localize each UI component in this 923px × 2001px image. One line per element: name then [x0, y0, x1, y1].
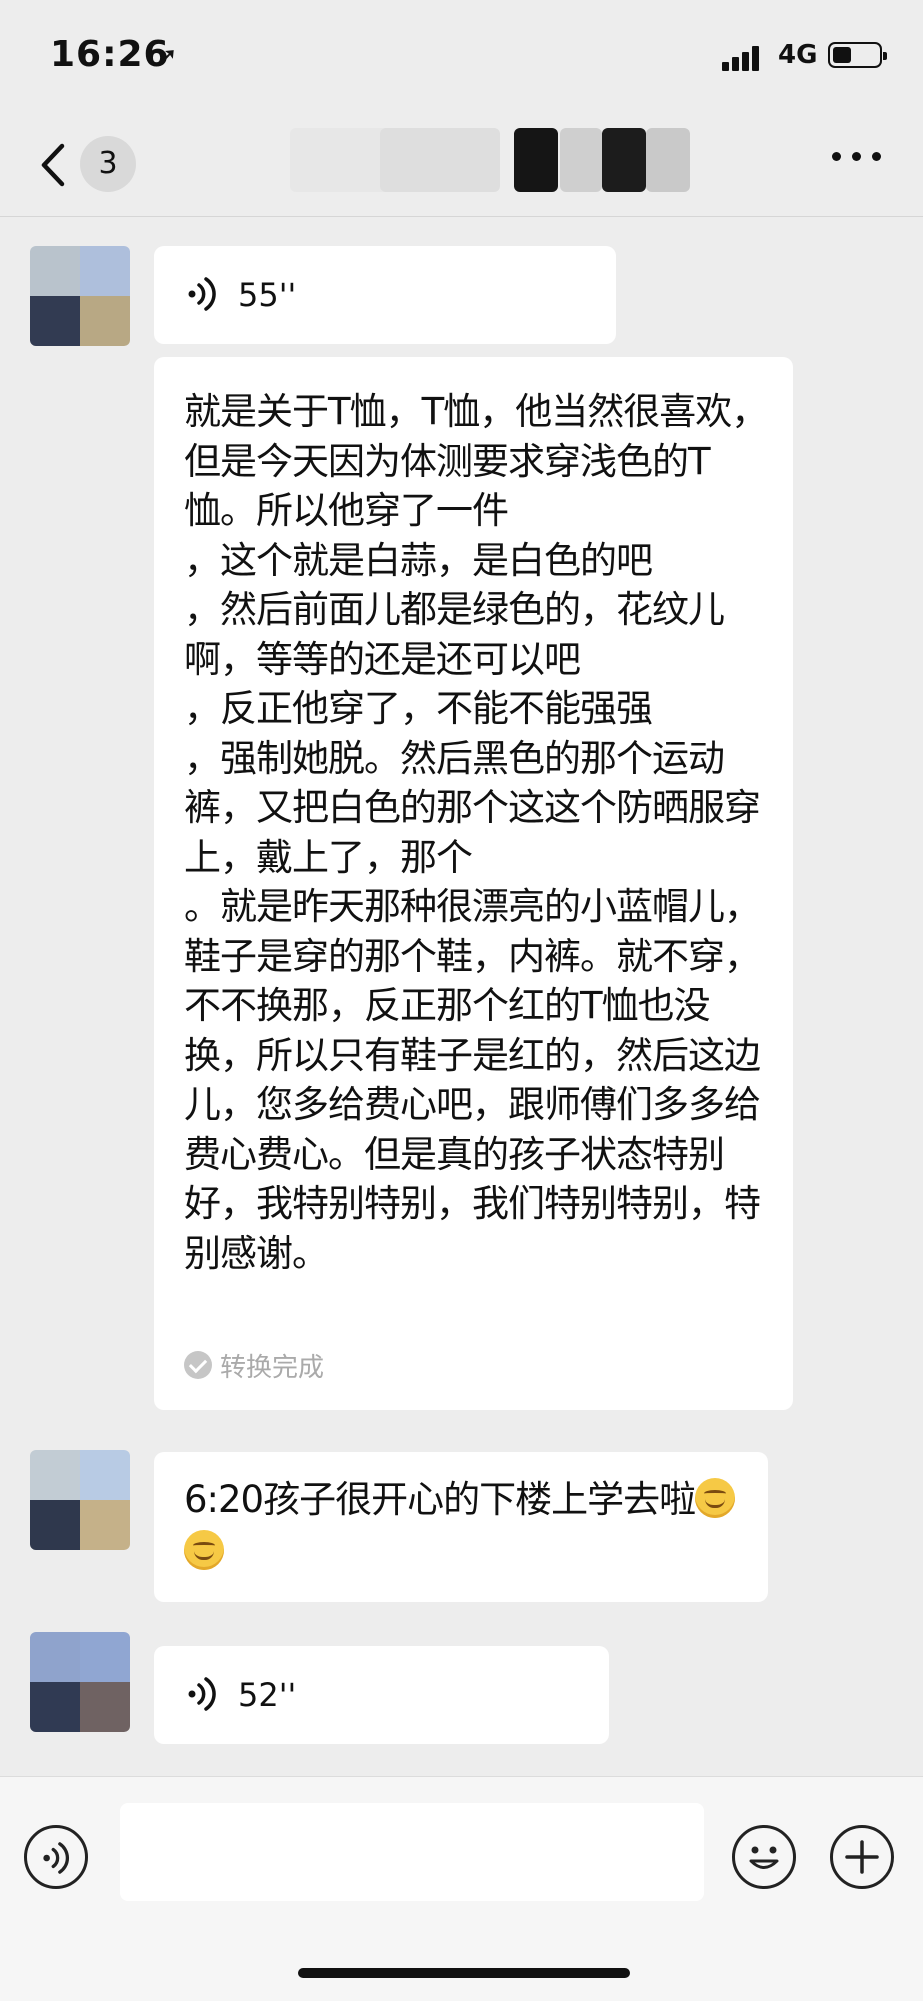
- voice-wave-icon: [188, 277, 216, 311]
- message-input[interactable]: [120, 1803, 704, 1901]
- location-arrow-icon: ➚: [156, 42, 178, 72]
- status-time: 16:26: [50, 34, 170, 75]
- transcript-text: 就是关于T恤，T恤，他当然很喜欢，但是今天因为体测要求穿浅色的T恤。所以他穿了一…: [184, 390, 768, 1275]
- more-actions-button[interactable]: [830, 1825, 894, 1889]
- transcript-status-label: 转换完成: [220, 1353, 325, 1383]
- voice-icon: [43, 1842, 70, 1874]
- home-indicator: [298, 1968, 630, 1978]
- battery-icon: [828, 42, 887, 68]
- avatar[interactable]: [30, 246, 130, 346]
- voice-duration: 52'': [238, 1676, 297, 1714]
- unread-count-badge[interactable]: 3: [80, 136, 136, 192]
- back-chevron-icon[interactable]: [36, 140, 76, 190]
- smile-icon: [749, 1846, 779, 1869]
- smile-emoji-icon: [184, 1530, 224, 1570]
- voice-wave-icon: [188, 1677, 216, 1711]
- signal-icon: [722, 45, 760, 71]
- more-icon[interactable]: [832, 148, 882, 162]
- avatar[interactable]: [30, 1450, 130, 1550]
- chat-nav-bar: 3: [0, 110, 923, 217]
- avatar[interactable]: [30, 1632, 130, 1732]
- voice-duration: 55'': [238, 276, 297, 314]
- voice-message-bubble[interactable]: 52'': [154, 1646, 609, 1744]
- voice-message-bubble[interactable]: 55'': [154, 246, 616, 344]
- check-icon: [184, 1351, 212, 1379]
- voice-input-button[interactable]: [24, 1825, 88, 1889]
- emoji-button[interactable]: [732, 1825, 796, 1889]
- voice-transcript-bubble[interactable]: 就是关于T恤，T恤，他当然很喜欢，但是今天因为体测要求穿浅色的T恤。所以他穿了一…: [154, 357, 793, 1410]
- smile-emoji-icon: [695, 1478, 736, 1518]
- text-message: 6:20孩子很开心的下楼上学去啦: [184, 1474, 744, 1578]
- network-type: 4G: [778, 40, 818, 70]
- status-bar: 16:26 ➚ 4G: [0, 0, 923, 110]
- text-message-bubble[interactable]: 6:20孩子很开心的下楼上学去啦: [154, 1452, 768, 1602]
- text-message-content: 6:20孩子很开心的下楼上学去啦: [184, 1478, 696, 1521]
- plus-icon: [845, 1840, 879, 1874]
